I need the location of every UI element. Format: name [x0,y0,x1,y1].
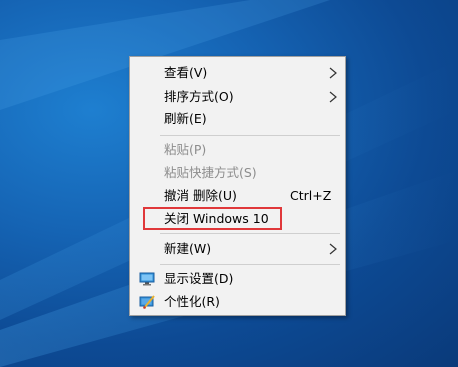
menu-item-view[interactable]: 查看(V) [130,62,345,84]
menu-item-label: 粘贴快捷方式(S) [164,165,257,180]
menu-separator [160,135,340,136]
menu-item-paste-shortcut[interactable]: 粘贴快捷方式(S) [130,162,345,184]
display-settings-icon [139,272,155,286]
chevron-right-icon [329,243,337,255]
menu-item-undo-delete[interactable]: 撤消 删除(U) Ctrl+Z [130,185,345,207]
menu-item-label: 新建(W) [164,241,212,256]
menu-item-label: 个性化(R) [164,294,220,309]
menu-separator [160,233,340,234]
menu-item-label: 显示设置(D) [164,271,234,286]
menu-item-paste[interactable]: 粘贴(P) [130,139,345,161]
menu-item-sort-by[interactable]: 排序方式(O) [130,86,345,108]
menu-item-label: 关闭 Windows 10 [164,211,269,226]
menu-item-label: 查看(V) [164,65,208,80]
menu-item-shortcut: Ctrl+Z [290,188,332,203]
menu-item-label: 撤消 删除(U) [164,188,237,203]
menu-item-label: 粘贴(P) [164,142,207,157]
menu-item-refresh[interactable]: 刷新(E) [130,108,345,130]
menu-item-label: 刷新(E) [164,111,207,126]
menu-item-label: 排序方式(O) [164,89,234,104]
menu-separator [160,264,340,265]
menu-item-personalize[interactable]: 个性化(R) [130,291,345,313]
menu-item-close-windows-10[interactable]: 关闭 Windows 10 [130,208,345,230]
desktop-context-menu: 查看(V) 排序方式(O) 刷新(E) 粘贴(P) 粘贴快捷方式(S) 撤消 删… [129,56,346,316]
chevron-right-icon [329,67,337,79]
personalize-icon [139,295,155,309]
menu-item-display-settings[interactable]: 显示设置(D) [130,268,345,290]
chevron-right-icon [329,91,337,103]
menu-item-new[interactable]: 新建(W) [130,238,345,260]
